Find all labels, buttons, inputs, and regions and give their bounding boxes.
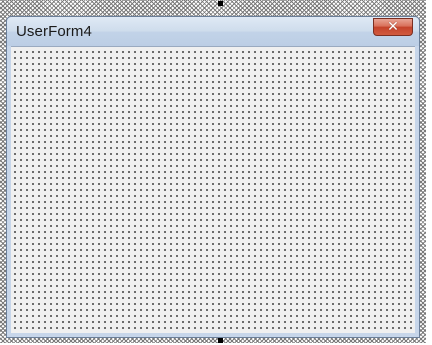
form-title: UserForm4 (16, 23, 92, 40)
userform-window[interactable]: UserForm4 ✕ (6, 16, 420, 338)
close-button[interactable]: ✕ (373, 18, 413, 36)
designer-canvas: UserForm4 ✕ (0, 0, 432, 345)
form-design-grid[interactable] (11, 46, 415, 333)
title-bar[interactable]: UserForm4 ✕ (7, 17, 419, 46)
resize-handle-bottom[interactable] (218, 338, 223, 343)
close-icon: ✕ (387, 19, 399, 35)
resize-handle-top[interactable] (218, 1, 223, 6)
